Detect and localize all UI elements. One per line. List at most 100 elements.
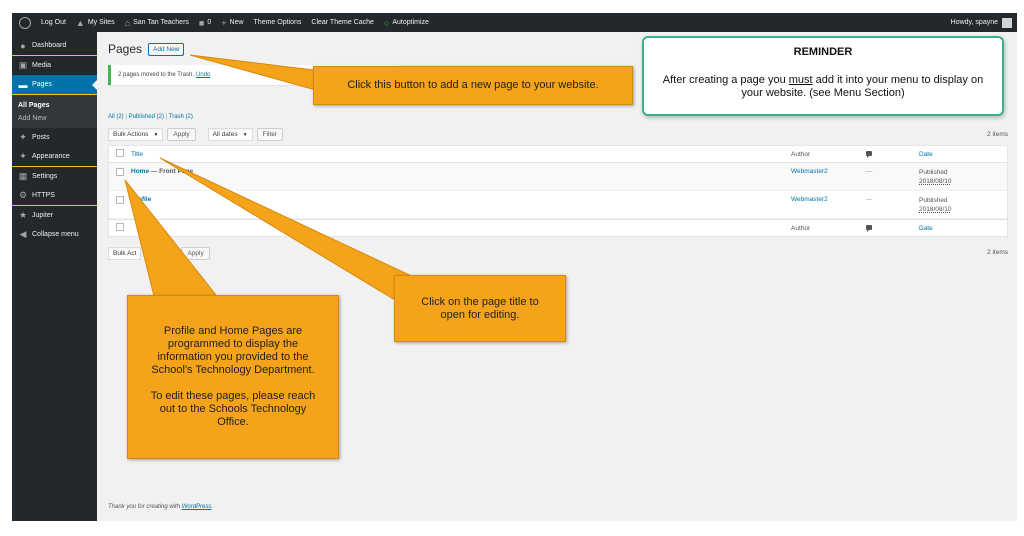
adminbar-theme-options[interactable]: Theme Options: [249, 13, 307, 32]
sidebar-item-media[interactable]: ▣ Media: [12, 56, 97, 75]
sidebar-item-label: Dashboard: [32, 42, 67, 49]
select-all-checkbox-footer[interactable]: [116, 223, 124, 231]
dropdown-arrow-icon: ▼: [242, 131, 248, 138]
sidebar-item-dashboard[interactable]: ● Dashboard: [12, 36, 97, 55]
table-header: Title Author Date: [109, 146, 1007, 163]
add-new-callout: Click this button to add a new page to y…: [313, 66, 633, 105]
adminbar-account[interactable]: Howdy, spayne: [946, 13, 1017, 32]
dashboard-icon: ●: [20, 40, 26, 51]
submenu-all-pages[interactable]: All Pages: [12, 99, 97, 112]
row-checkbox[interactable]: [116, 196, 124, 204]
sidebar-item-appearance[interactable]: ✦ Appearance: [12, 147, 97, 166]
sidebar-item-collapse[interactable]: ◀ Collapse menu: [12, 225, 97, 244]
sidebar-item-label: HTTPS: [32, 192, 55, 199]
sidebar-item-jupiter[interactable]: ★ Jupiter: [12, 206, 97, 225]
tablenav-top: Bulk Actions ▼ Apply All dates ▼ Filter: [108, 128, 283, 141]
media-icon: ▣: [18, 60, 28, 70]
col-date[interactable]: Date: [919, 150, 999, 159]
howdy-text: Howdy, spayne: [950, 19, 998, 26]
table-footer: Author Date: [109, 219, 1007, 236]
wordpress-logo[interactable]: [12, 13, 36, 32]
notice-text: 2 pages moved to the Trash.: [118, 72, 195, 78]
callout-text: Profile and Home Pages are programmed to…: [151, 325, 315, 376]
sidebar-item-pages[interactable]: ▬ Pages: [12, 75, 97, 94]
pages-icon: ▬: [18, 79, 28, 90]
adminbar-clear-cache[interactable]: Clear Theme Cache: [306, 13, 379, 32]
apply-button-bottom[interactable]: Apply: [181, 247, 210, 260]
select-all-checkbox[interactable]: [116, 149, 124, 157]
date-status: Published: [919, 197, 948, 204]
select-value: All dates: [212, 131, 238, 138]
date-cell: Published 2018/08/10: [919, 168, 999, 186]
adminbar-my-sites[interactable]: ▲ My Sites: [71, 13, 120, 32]
col-comments-footer: [866, 224, 919, 232]
page-title: Pages: [108, 42, 143, 56]
submenu-add-new[interactable]: Add New: [12, 112, 97, 125]
reminder-box: REMINDER After creating a page you must …: [642, 36, 1004, 116]
callout-text: To edit these pages, please reach out to…: [150, 390, 316, 428]
comment-icon: ■: [198, 17, 205, 28]
tablenav-bottom: Bulk Act Apply: [108, 247, 210, 260]
page-title-link[interactable]: Home: [131, 168, 149, 175]
sidebar-item-label: Appearance: [32, 153, 70, 160]
profile-home-callout: Profile and Home Pages are programmed to…: [127, 295, 339, 459]
select-all-cell-footer: [109, 223, 131, 233]
filter-count: (2): [185, 114, 193, 120]
table-row: Home — Front Page Webmaster2 — Published…: [109, 163, 1007, 191]
sidebar-item-label: Collapse menu: [32, 231, 79, 238]
col-author-footer: Author: [791, 224, 811, 232]
page-title-link[interactable]: Profile: [131, 196, 151, 203]
adminbar-comments[interactable]: ■ 0: [194, 13, 216, 32]
gear-icon: ⚙: [18, 190, 28, 200]
title-cell: Profile: [131, 196, 791, 203]
filter-published[interactable]: Published (2): [129, 114, 164, 120]
bulk-actions-select[interactable]: Bulk Actions ▼: [108, 128, 164, 141]
row-checkbox[interactable]: [116, 168, 124, 176]
admin-footer: Thank you for creating with WordPress.: [108, 504, 213, 510]
adminbar-label: 0: [207, 19, 212, 26]
col-comments: [866, 150, 919, 158]
sidebar-item-https[interactable]: ⚙ HTTPS: [12, 186, 97, 205]
author-link[interactable]: Webmaster2: [791, 168, 866, 175]
select-all-cell: [109, 149, 131, 159]
dates-select[interactable]: All dates ▼: [207, 128, 253, 141]
star-icon: ★: [18, 210, 28, 220]
filter-trash[interactable]: Trash (2): [169, 114, 193, 120]
author-link[interactable]: Webmaster2: [791, 196, 866, 203]
apply-button[interactable]: Apply: [167, 128, 196, 141]
undo-link[interactable]: Undo: [196, 72, 210, 78]
bulk-actions-select-bottom[interactable]: Bulk Act: [108, 247, 142, 260]
adminbar-log-out[interactable]: Log Out: [36, 13, 71, 32]
filter-button[interactable]: Filter: [256, 128, 283, 141]
col-title[interactable]: Title: [131, 151, 791, 158]
adminbar-label: Theme Options: [253, 19, 302, 26]
reminder-text: After creating a page you: [662, 74, 786, 86]
row-checkbox-cell: [109, 196, 131, 206]
comments-cell: —: [866, 168, 873, 175]
adminbar-new[interactable]: + New: [216, 13, 248, 32]
pin-icon: ✦: [19, 132, 27, 142]
circle-icon: ○: [383, 17, 390, 28]
adminbar-site-name[interactable]: ⌂ San Tan Teachers: [120, 13, 194, 32]
sidebar-item-label: Jupiter: [32, 212, 54, 219]
admin-bar: Log Out ▲ My Sites ⌂ San Tan Teachers ■ 0 +…: [12, 13, 1017, 32]
wordpress-link[interactable]: WordPress: [182, 504, 212, 510]
select-value: Bulk Act: [113, 250, 137, 257]
sidebar-highlight-group-2: ▦ Settings ⚙ HTTPS: [12, 166, 97, 206]
title-cell: Home — Front Page: [131, 168, 791, 175]
items-count-bottom: 2 items: [987, 249, 1008, 256]
post-state: — Front Page: [150, 168, 194, 175]
adminbar-autoptimize[interactable]: ○ Autoptimize: [379, 13, 434, 32]
col-author: Author: [791, 150, 811, 158]
sidebar-item-label: Settings: [32, 173, 58, 180]
col-date-footer[interactable]: Date: [919, 224, 999, 233]
home-icon: ⌂: [124, 17, 131, 28]
sidebar-item-settings[interactable]: ▦ Settings: [12, 167, 97, 186]
table-row: Profile Webmaster2 — Published 2018/08/10: [109, 191, 1007, 219]
status-filters: All (2) | Published (2) | Trash (2): [108, 114, 193, 120]
select-value: Bulk Actions: [113, 131, 149, 138]
add-new-button[interactable]: Add New: [148, 42, 185, 56]
sidebar-item-posts[interactable]: ✦ Posts: [12, 128, 97, 147]
filter-all[interactable]: All (2): [108, 114, 124, 120]
filter-count: (2): [156, 114, 164, 120]
